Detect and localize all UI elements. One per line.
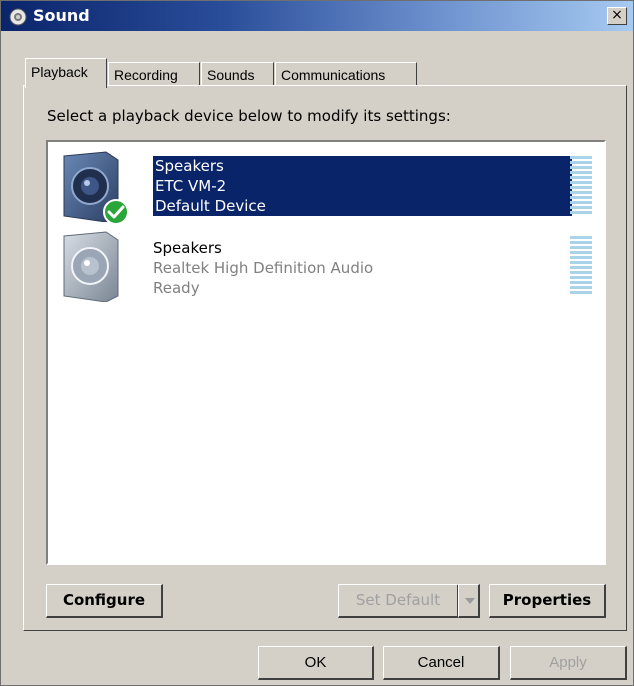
tab-communications[interactable]: Communications [275, 62, 417, 86]
device-detail: Realtek High Definition Audio [153, 259, 374, 277]
title-bar[interactable]: Sound × [1, 1, 633, 31]
tab-playback[interactable]: Playback [25, 58, 107, 88]
set-default-dropdown[interactable] [458, 584, 480, 618]
speaker-gear-icon [9, 8, 27, 26]
device-detail: ETC VM-2 [155, 177, 227, 195]
instruction-text: Select a playback device below to modify… [47, 107, 451, 125]
device-item-realtek[interactable]: Speakers Realtek High Definition Audio R… [52, 228, 602, 304]
cancel-button[interactable]: Cancel [383, 646, 500, 680]
device-text-block: Speakers Realtek High Definition Audio R… [153, 238, 373, 298]
device-text-block: Speakers ETC VM-2 Default Device [153, 156, 572, 216]
configure-button[interactable]: Configure [46, 584, 163, 618]
sound-dialog: Sound × Playback Recording Sounds Commun… [0, 0, 634, 686]
level-meter [570, 236, 592, 296]
device-status: Default Device [155, 197, 266, 215]
tab-recording[interactable]: Recording [108, 62, 200, 86]
device-status: Ready [153, 279, 200, 297]
apply-button[interactable]: Apply [510, 646, 627, 680]
ok-button[interactable]: OK [258, 646, 374, 680]
device-name: Speakers [155, 157, 224, 175]
check-icon [103, 199, 129, 225]
tab-sounds[interactable]: Sounds [201, 62, 274, 86]
device-list[interactable]: Speakers ETC VM-2 Default Device Speaker… [46, 140, 606, 565]
level-meter [570, 156, 592, 216]
device-name: Speakers [153, 239, 222, 257]
set-default-button[interactable]: Set Default [338, 584, 459, 618]
close-button[interactable]: × [607, 7, 627, 25]
device-item-etc-vm2[interactable]: Speakers ETC VM-2 Default Device [52, 148, 602, 225]
properties-button[interactable]: Properties [489, 584, 606, 618]
window-title: Sound [33, 6, 90, 25]
speaker-icon [63, 231, 119, 302]
